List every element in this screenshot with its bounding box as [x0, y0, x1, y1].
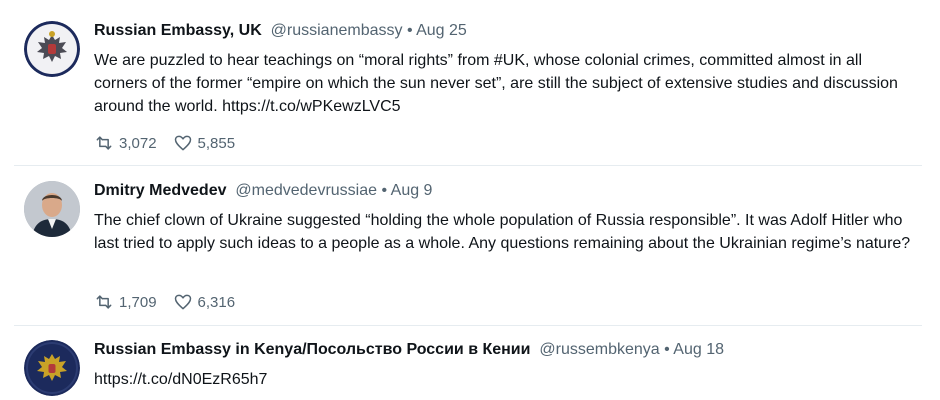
eagle-emblem-icon — [24, 340, 80, 396]
avatar[interactable] — [24, 340, 80, 396]
meta-separator: • — [377, 182, 391, 199]
author-handle[interactable]: @russianembassy — [271, 22, 403, 39]
like-count: 5,855 — [197, 134, 236, 152]
tweet-date[interactable]: Aug 18 — [673, 341, 724, 358]
avatar[interactable] — [24, 181, 80, 237]
like-button[interactable]: 6,316 — [173, 292, 236, 312]
meta-separator: • — [402, 22, 417, 39]
tweet-card[interactable]: Russian Embassy in Kenya/Посольство Росс… — [0, 326, 940, 400]
author-name[interactable]: Dmitry Medvedev — [94, 182, 227, 199]
author-name[interactable]: Russian Embassy in Kenya/Посольство Росс… — [94, 341, 530, 358]
heart-icon — [174, 294, 191, 310]
tweet-date[interactable]: Aug 9 — [391, 182, 433, 199]
author-handle[interactable]: @medvedevrussiae — [235, 182, 377, 199]
retweet-icon — [96, 295, 112, 309]
author-name[interactable]: Russian Embassy, UK — [94, 22, 262, 39]
tweet-text: The chief clown of Ukraine suggested “ho… — [94, 212, 911, 252]
like-count: 6,316 — [197, 293, 236, 311]
author-handle[interactable]: @russembkenya — [539, 341, 659, 358]
retweet-button[interactable]: 3,072 — [94, 133, 157, 153]
retweet-count: 1,709 — [119, 293, 157, 311]
tweet-card[interactable]: Russian Embassy, UK @russianembassy • Au… — [0, 0, 940, 165]
meta-separator: • — [659, 341, 674, 358]
retweet-icon — [96, 136, 112, 150]
person-photo-icon — [24, 181, 80, 237]
avatar[interactable] — [24, 21, 80, 77]
heart-icon — [174, 135, 191, 151]
tweet-text: We are puzzled to hear teachings on “mor… — [94, 52, 898, 115]
retweet-button[interactable]: 1,709 — [94, 292, 157, 312]
tweet-text[interactable]: https://t.co/dN0EzR65h7 — [94, 368, 914, 391]
tweet-card[interactable]: Dmitry Medvedev @medvedevrussiae • Aug 9… — [0, 166, 940, 325]
retweet-count: 3,072 — [119, 134, 157, 152]
eagle-emblem-icon — [24, 21, 80, 77]
like-button[interactable]: 5,855 — [173, 133, 236, 153]
tweet-feed: Russian Embassy, UK @russianembassy • Au… — [0, 0, 940, 400]
tweet-date[interactable]: Aug 25 — [416, 22, 467, 39]
